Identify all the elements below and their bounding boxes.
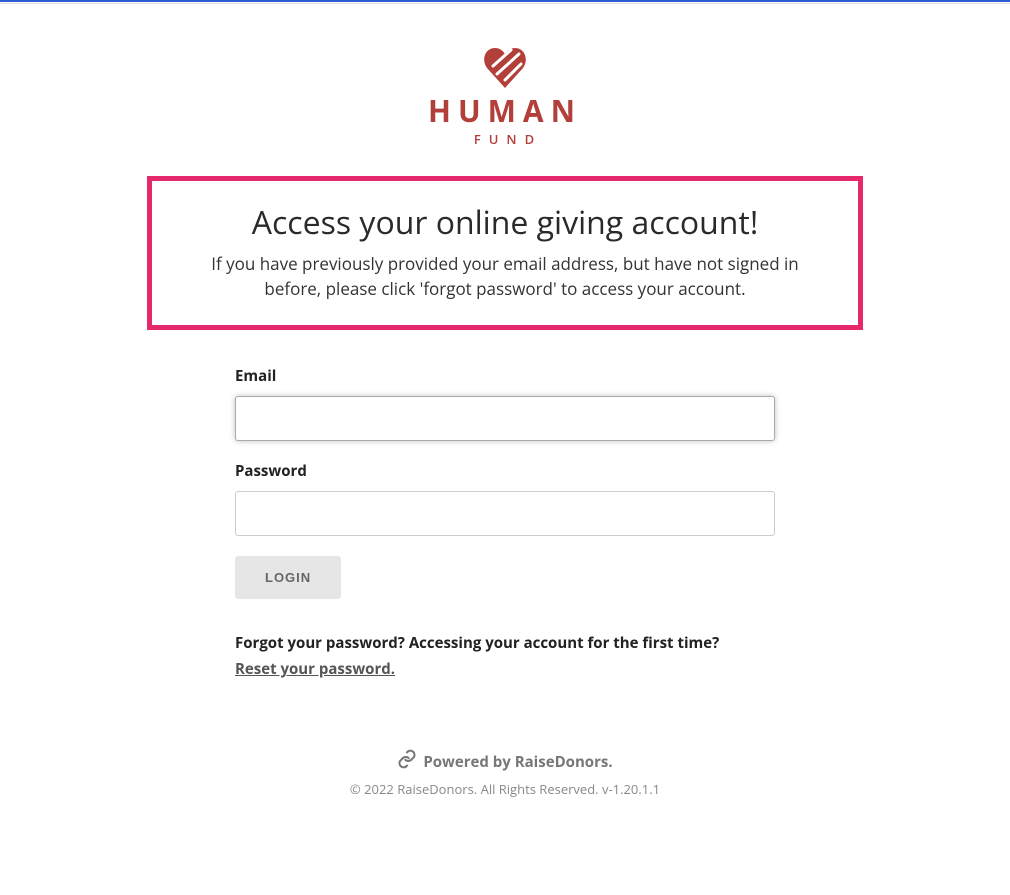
password-field[interactable] bbox=[235, 491, 775, 536]
copyright: © 2022 RaiseDonors. All Rights Reserved.… bbox=[350, 780, 660, 798]
banner: Access your online giving account! If yo… bbox=[147, 176, 863, 330]
forgot-help-text: Forgot your password? Accessing your acc… bbox=[235, 633, 775, 653]
banner-description: If you have previously provided your ema… bbox=[182, 252, 828, 301]
logo: HUMAN FUND bbox=[428, 46, 582, 148]
login-form: Email Password LOGIN Forgot your passwor… bbox=[235, 366, 775, 679]
footer: Powered by RaiseDonors. © 2022 RaiseDono… bbox=[350, 749, 660, 798]
reset-password-link[interactable]: Reset your password. bbox=[235, 659, 395, 679]
powered-by: Powered by RaiseDonors. bbox=[350, 749, 660, 774]
email-field[interactable] bbox=[235, 396, 775, 441]
powered-text: Powered by RaiseDonors. bbox=[423, 752, 612, 772]
logo-subtitle: FUND bbox=[474, 130, 542, 148]
login-button[interactable]: LOGIN bbox=[235, 556, 341, 599]
logo-title: HUMAN bbox=[428, 96, 582, 126]
banner-title: Access your online giving account! bbox=[182, 201, 828, 244]
password-label: Password bbox=[235, 461, 775, 481]
heart-icon bbox=[483, 46, 527, 96]
link-icon bbox=[397, 749, 417, 774]
email-label: Email bbox=[235, 366, 775, 386]
page-content: HUMAN FUND Access your online giving acc… bbox=[0, 4, 1010, 798]
